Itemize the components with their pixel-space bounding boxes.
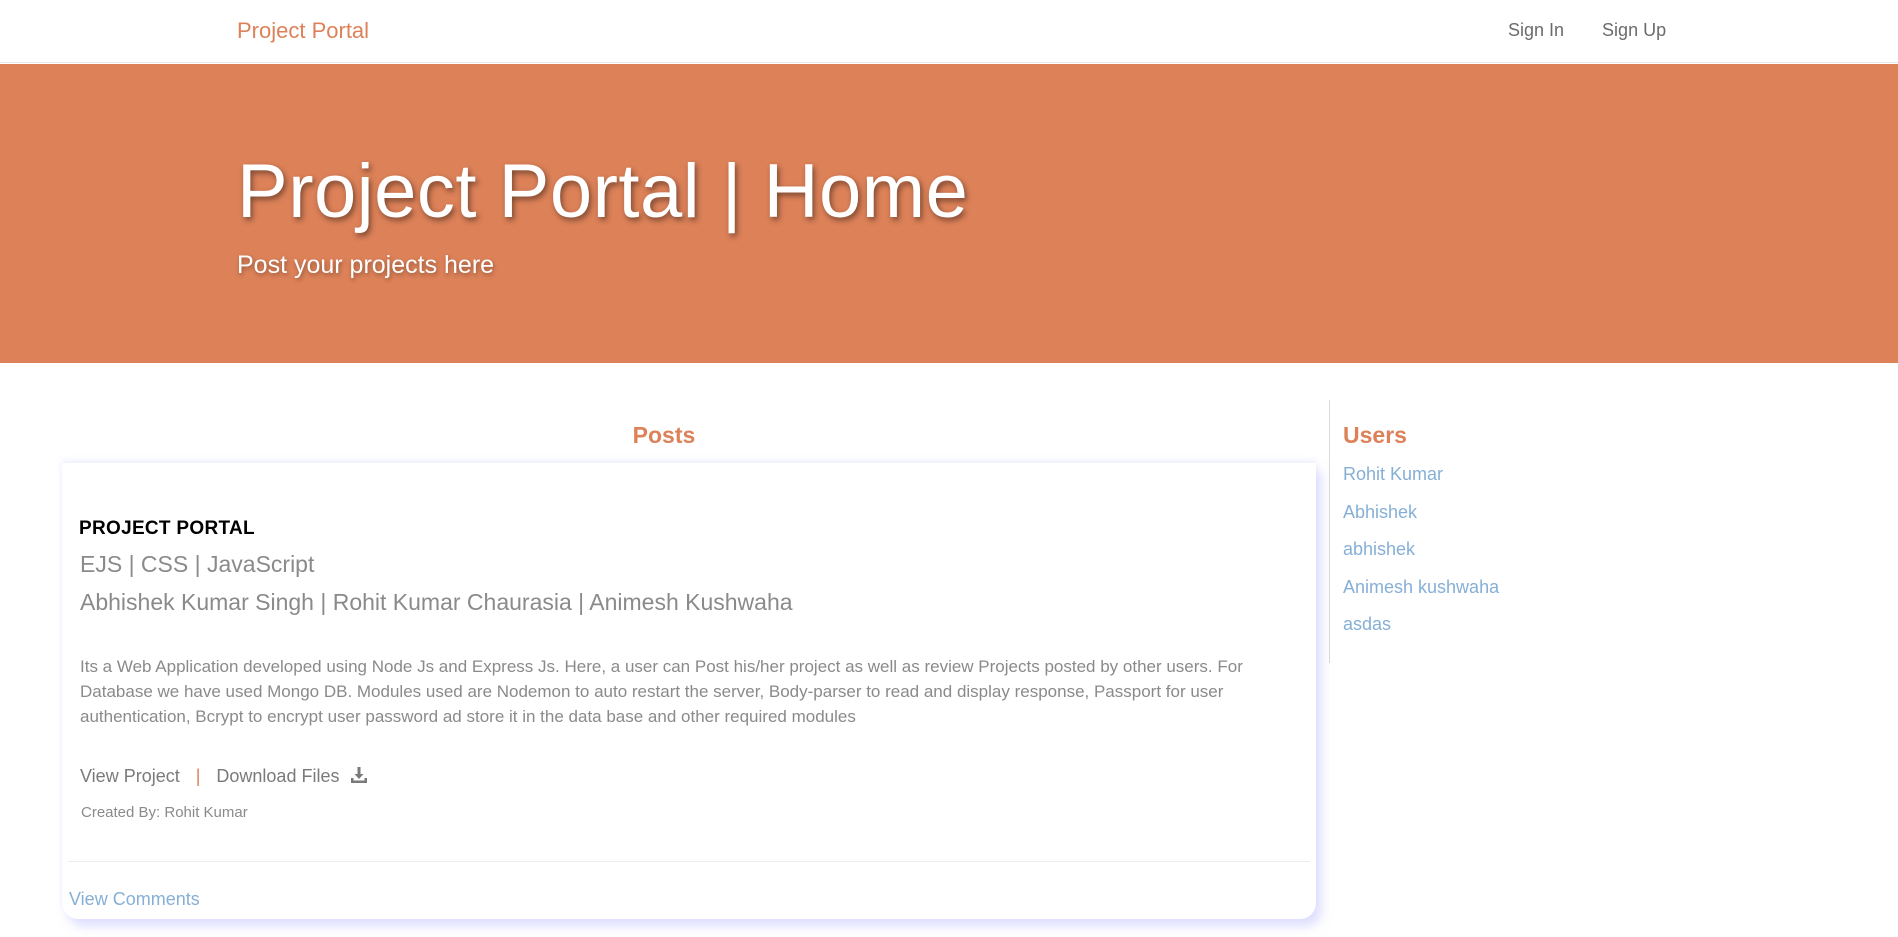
list-item: Abhishek [1343,502,1499,540]
post-actions: View Project | Download Files [80,766,368,787]
list-item: asdas [1343,614,1499,652]
user-link[interactable]: asdas [1343,614,1391,634]
user-link[interactable]: Abhishek [1343,502,1417,522]
list-item: Animesh kushwaha [1343,577,1499,615]
posts-heading: Posts [632,422,696,448]
nav-links: Sign In Sign Up [1508,20,1666,41]
created-by: Created By: Rohit Kumar [81,804,248,821]
users-heading: Users [1343,422,1407,448]
user-link[interactable]: abhishek [1343,539,1415,559]
navbar: Project Portal Sign In Sign Up [0,0,1898,63]
download-files-label: Download Files [216,766,340,786]
user-link[interactable]: Rohit Kumar [1343,464,1443,484]
action-separator: | [195,766,201,786]
card-divider [68,861,1310,862]
users-list: Rohit Kumar Abhishek abhishek Animesh ku… [1343,464,1499,652]
sign-up-link[interactable]: Sign Up [1602,20,1666,41]
sign-in-link[interactable]: Sign In [1508,20,1564,41]
view-project-link[interactable]: View Project [80,766,180,787]
view-comments-link[interactable]: View Comments [69,889,200,910]
project-description: Its a Web Application developed using No… [80,657,1243,726]
user-link[interactable]: Animesh kushwaha [1343,577,1499,597]
brand-link[interactable]: Project Portal [237,18,369,44]
project-title: PROJECT PORTAL [79,518,255,539]
page-title: Project Portal | Home [237,149,969,234]
page-subtitle: Post your projects here [237,251,495,279]
download-files-link[interactable]: Download Files [216,766,368,787]
project-tech-stack: EJS | CSS | JavaScript [80,551,315,577]
list-item: abhishek [1343,539,1499,577]
project-authors: Abhishek Kumar Singh | Rohit Kumar Chaur… [80,589,793,615]
download-icon [350,766,368,784]
hero-banner: Project Portal | Home Post your projects… [0,64,1898,363]
column-divider [1329,400,1330,663]
post-card: PROJECT PORTAL EJS | CSS | JavaScript Ab… [62,463,1316,919]
list-item: Rohit Kumar [1343,464,1499,502]
